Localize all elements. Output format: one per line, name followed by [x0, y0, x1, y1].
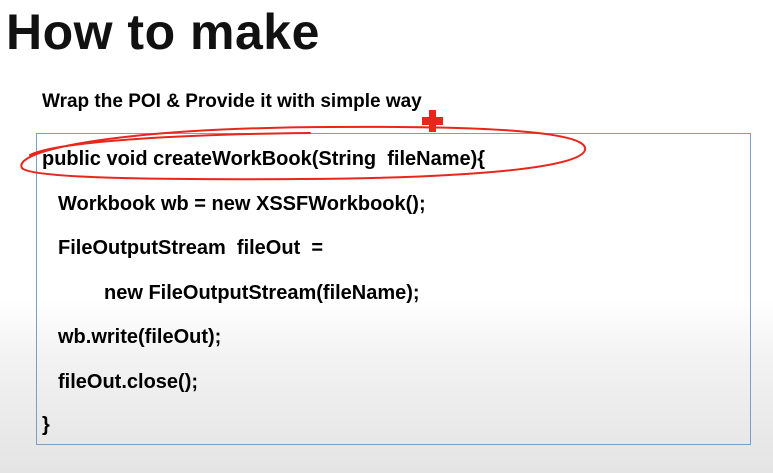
- code-line-fileout-decl: FileOutputStream fileOut =: [58, 237, 324, 259]
- code-line-close: fileOut.close();: [58, 371, 199, 393]
- slide-title: How to make: [6, 4, 320, 60]
- code-line-workbook: Workbook wb = new XSSFWorkbook();: [58, 193, 426, 215]
- code-line-closing-brace: }: [42, 414, 50, 436]
- red-cross-cursor-icon: [422, 110, 443, 132]
- slide-subtitle: Wrap the POI & Provide it with simple wa…: [42, 91, 422, 112]
- code-line-write: wb.write(fileOut);: [58, 326, 222, 348]
- code-line-method-signature: public void createWorkBook(String fileNa…: [42, 148, 486, 170]
- code-line-fileout-new: new FileOutputStream(fileName);: [104, 282, 420, 304]
